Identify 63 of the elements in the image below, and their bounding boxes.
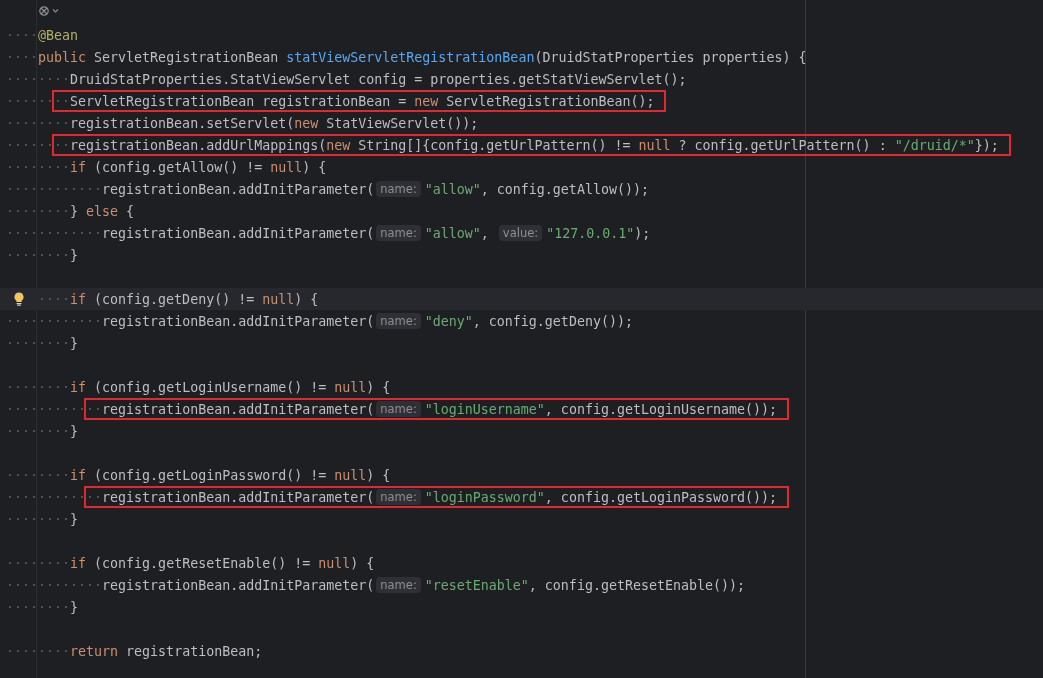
parameter-hint: name: xyxy=(376,225,421,241)
whitespace-dots: ········ xyxy=(6,137,71,153)
code-text: registrationBean.setServlet(new StatViewServlet()); xyxy=(70,115,479,131)
whitespace-dots: ········ xyxy=(6,159,71,175)
code-text: } xyxy=(70,247,79,263)
code-text: registrationBean.addInitParameter( xyxy=(102,225,375,241)
code-text: DruidStatProperties.StatViewServlet config = properties.getStatViewServlet(); xyxy=(70,71,687,87)
whitespace-dots: ········ xyxy=(6,93,71,109)
parameter-hint: name: xyxy=(376,181,421,197)
code-text: "loginUsername", config.getLoginUsername()); xyxy=(424,401,778,417)
code-text: } xyxy=(70,599,79,615)
whitespace-dots: ········ xyxy=(6,203,71,219)
code-text: } xyxy=(70,335,79,351)
code-text: if (config.getLoginPassword() != null) { xyxy=(70,467,391,483)
code-text: "loginPassword", config.getLoginPassword()); xyxy=(424,489,778,505)
code-text: } xyxy=(70,423,79,439)
code-text: } xyxy=(70,511,79,527)
whitespace-dots: ········ xyxy=(6,511,71,527)
code-text: public ServletRegistrationBean statViewServletRegistrationBean(DruidStatProperties properties) { xyxy=(38,49,807,65)
whitespace-dots: ············ xyxy=(6,489,103,505)
code-text: registrationBean.addInitParameter( xyxy=(102,181,375,197)
whitespace-dots: ············ xyxy=(6,401,103,417)
code-text: if (config.getAllow() != null) { xyxy=(70,159,327,175)
whitespace-dots: ········ xyxy=(6,335,71,351)
code-text: @Bean xyxy=(38,27,79,43)
whitespace-dots: ········ xyxy=(6,247,71,263)
whitespace-dots: ···· xyxy=(38,291,71,307)
parameter-hint: name: xyxy=(376,577,421,593)
code-text: } else { xyxy=(70,203,135,219)
code-text: "resetEnable", config.getResetEnable()); xyxy=(424,577,745,593)
code-text: if (config.getDeny() != null) { xyxy=(70,291,319,307)
whitespace-dots: ········ xyxy=(6,467,71,483)
parameter-hint: name: xyxy=(376,401,421,417)
code-text: registrationBean.addInitParameter( xyxy=(102,313,375,329)
whitespace-dots: ········ xyxy=(6,379,71,395)
lightbulb-icon[interactable] xyxy=(14,292,24,306)
code-text: "allow", config.getAllow()); xyxy=(424,181,649,197)
whitespace-dots: ········ xyxy=(6,115,71,131)
code-text: ServletRegistrationBean registrationBean = new ServletRegistrationBean(); xyxy=(70,93,655,109)
whitespace-dots: ········ xyxy=(6,599,71,615)
code-text: registrationBean.addInitParameter( xyxy=(102,489,375,505)
parameter-hint: name: xyxy=(376,489,421,505)
code-text: return registrationBean; xyxy=(70,643,263,659)
whitespace-dots: ···· xyxy=(6,27,39,43)
code-text: "127.0.0.1"); xyxy=(546,225,651,241)
whitespace-dots: ········ xyxy=(6,555,71,571)
whitespace-dots: ············ xyxy=(6,181,103,197)
code-text: registrationBean.addInitParameter( xyxy=(102,577,375,593)
whitespace-dots: ···· xyxy=(6,49,39,65)
parameter-hint: name: xyxy=(376,313,421,329)
whitespace-dots: ········ xyxy=(6,71,71,87)
whitespace-dots: ············ xyxy=(6,313,103,329)
code-text: "allow", xyxy=(424,225,490,241)
code-text: "deny", config.getDeny()); xyxy=(424,313,633,329)
parameter-hint: value: xyxy=(498,225,543,241)
whitespace-dots: ············ xyxy=(6,225,103,241)
whitespace-dots: ········ xyxy=(6,423,71,439)
whitespace-dots: ········ xyxy=(6,643,71,659)
code-text: registrationBean.addInitParameter( xyxy=(102,401,375,417)
code-text: if (config.getLoginUsername() != null) { xyxy=(70,379,391,395)
code-text: registrationBean.addUrlMappings(new String[]{config.getUrlPattern() != null ? config.getUrlPattern() : "/druid/*"}); xyxy=(70,137,999,153)
code-text: if (config.getResetEnable() != null) { xyxy=(70,555,375,571)
whitespace-dots: ············ xyxy=(6,577,103,593)
